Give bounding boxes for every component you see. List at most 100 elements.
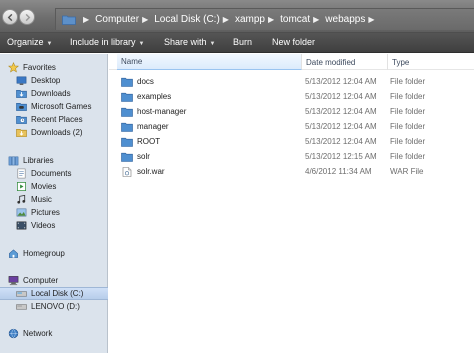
breadcrumb-separator-icon[interactable]: ▶	[368, 15, 374, 24]
breadcrumb-computer[interactable]: Computer	[95, 14, 139, 25]
file-type: File folder	[390, 137, 426, 146]
caret-down-icon: ▼	[46, 41, 53, 47]
file-name: host-manager	[137, 107, 187, 116]
arrow-right-icon	[25, 13, 30, 21]
recent-places-icon	[16, 114, 27, 125]
file-row-solr[interactable]: solr 5/13/2012 12:15 AM File folder	[121, 150, 471, 163]
nav-item-recent-places[interactable]: Recent Places	[0, 113, 108, 126]
breadcrumb-separator-icon[interactable]: ▶	[223, 15, 229, 24]
network-icon	[8, 328, 19, 339]
file-row-docs[interactable]: docs 5/13/2012 12:04 AM File folder	[121, 75, 471, 88]
nav-homegroup[interactable]: Homegroup	[0, 247, 108, 260]
burn-label: Burn	[233, 37, 253, 47]
homegroup-icon	[8, 248, 19, 259]
desktop-icon	[16, 75, 27, 86]
nav-item-label: Desktop	[31, 76, 61, 85]
nav-item-movies[interactable]: Movies	[0, 180, 108, 193]
star-icon	[8, 62, 19, 73]
nav-computer[interactable]: Computer	[0, 274, 108, 287]
file-name: solr	[137, 152, 150, 161]
music-icon	[16, 194, 27, 205]
nav-item-lenovo-d[interactable]: LENOVO (D:)	[0, 300, 108, 313]
nav-item-label: Pictures	[31, 208, 60, 217]
nav-item-downloads[interactable]: Downloads	[0, 87, 108, 100]
file-date: 5/13/2012 12:04 AM	[305, 107, 377, 116]
file-type: File folder	[390, 107, 426, 116]
new-folder-button[interactable]: New folder	[272, 37, 315, 47]
nav-item-local-disk-c[interactable]: Local Disk (C:)	[0, 287, 108, 300]
nav-libraries[interactable]: Libraries	[0, 154, 108, 167]
caret-down-icon: ▼	[209, 41, 216, 47]
folder-icon	[121, 77, 133, 87]
file-name: manager	[137, 122, 169, 131]
nav-item-desktop[interactable]: Desktop	[0, 74, 108, 87]
breadcrumb-webapps[interactable]: webapps	[325, 14, 365, 25]
movies-icon	[16, 181, 27, 192]
nav-item-pictures[interactable]: Pictures	[0, 206, 108, 219]
games-folder-icon	[16, 101, 27, 112]
nav-item-microsoft-games[interactable]: Microsoft Games	[0, 100, 108, 113]
nav-item-label: Music	[31, 195, 52, 204]
column-header-label: Date modified	[306, 57, 356, 67]
hard-drive-icon	[16, 288, 27, 299]
nav-item-videos[interactable]: Videos	[0, 219, 108, 232]
column-header-label: Type	[392, 57, 410, 67]
new-folder-label: New folder	[272, 37, 316, 47]
nav-favorites[interactable]: Favorites	[0, 61, 108, 74]
share-with-button[interactable]: Share with ▼	[164, 37, 215, 47]
column-header-type[interactable]: Type	[388, 54, 474, 70]
nav-item-label: Videos	[31, 221, 56, 230]
nav-network-label: Network	[23, 329, 53, 338]
documents-icon	[16, 168, 27, 179]
file-type: File folder	[390, 92, 426, 101]
nav-item-music[interactable]: Music	[0, 193, 108, 206]
war-file-icon	[122, 166, 132, 177]
column-header-name[interactable]: Name	[117, 54, 302, 70]
column-header-row: Name Date modified Type	[109, 54, 474, 70]
folder-icon	[121, 92, 133, 102]
column-header-date-modified[interactable]: Date modified	[302, 54, 388, 70]
file-row-root[interactable]: ROOT 5/13/2012 12:04 AM File folder	[121, 135, 471, 148]
navigation-pane: Favorites Desktop Downloads Microsoft Ga…	[0, 54, 108, 353]
back-button[interactable]	[2, 9, 18, 25]
folder-icon	[121, 137, 133, 147]
organize-button[interactable]: Organize ▼	[7, 37, 52, 47]
breadcrumb-separator-icon[interactable]: ▶	[313, 15, 319, 24]
nav-item-label: Downloads (2)	[31, 128, 83, 137]
file-date: 5/13/2012 12:04 AM	[305, 122, 377, 131]
file-row-manager[interactable]: manager 5/13/2012 12:04 AM File folder	[121, 120, 471, 133]
breadcrumb-tomcat[interactable]: tomcat	[280, 14, 310, 25]
nav-item-downloads-2[interactable]: Downloads (2)	[0, 126, 108, 139]
file-date: 5/13/2012 12:04 AM	[305, 137, 377, 146]
downloads-folder-icon	[16, 127, 27, 138]
nav-favorites-label: Favorites	[23, 63, 56, 72]
include-in-library-button[interactable]: Include in library ▼	[70, 37, 144, 47]
file-name: ROOT	[137, 137, 161, 146]
file-type: File folder	[390, 122, 426, 131]
nav-item-label: Documents	[31, 169, 72, 178]
breadcrumb-separator-icon[interactable]: ▶	[268, 15, 274, 24]
file-date: 5/13/2012 12:04 AM	[305, 92, 377, 101]
file-row-solr-war[interactable]: solr.war 4/6/2012 11:34 AM WAR File	[121, 165, 471, 178]
file-type: File folder	[390, 152, 426, 161]
breadcrumb-separator-icon[interactable]: ▶	[142, 15, 148, 24]
forward-button[interactable]	[19, 9, 35, 25]
address-bar[interactable]: ▶ Computer ▶ Local Disk (C:) ▶ xampp ▶ t…	[55, 8, 474, 30]
nav-computer-label: Computer	[23, 276, 59, 285]
file-row-examples[interactable]: examples 5/13/2012 12:04 AM File folder	[121, 90, 471, 103]
breadcrumb-xampp[interactable]: xampp	[235, 14, 265, 25]
breadcrumb-local-disk[interactable]: Local Disk (C:)	[154, 14, 220, 25]
breadcrumb-separator-icon[interactable]: ▶	[83, 15, 89, 24]
folder-icon	[121, 152, 133, 162]
folder-icon	[62, 15, 76, 25]
nav-item-label: Downloads	[31, 89, 71, 98]
nav-libraries-label: Libraries	[23, 156, 54, 165]
nav-network[interactable]: Network	[0, 327, 108, 340]
burn-button[interactable]: Burn	[233, 37, 252, 47]
file-list: Name Date modified Type docs 5/13/2012 1…	[109, 54, 474, 353]
file-row-host-manager[interactable]: host-manager 5/13/2012 12:04 AM File fol…	[121, 105, 471, 118]
file-name: docs	[137, 77, 154, 86]
nav-item-label: Movies	[31, 182, 57, 191]
file-date: 5/13/2012 12:04 AM	[305, 77, 377, 86]
nav-item-documents[interactable]: Documents	[0, 167, 108, 180]
